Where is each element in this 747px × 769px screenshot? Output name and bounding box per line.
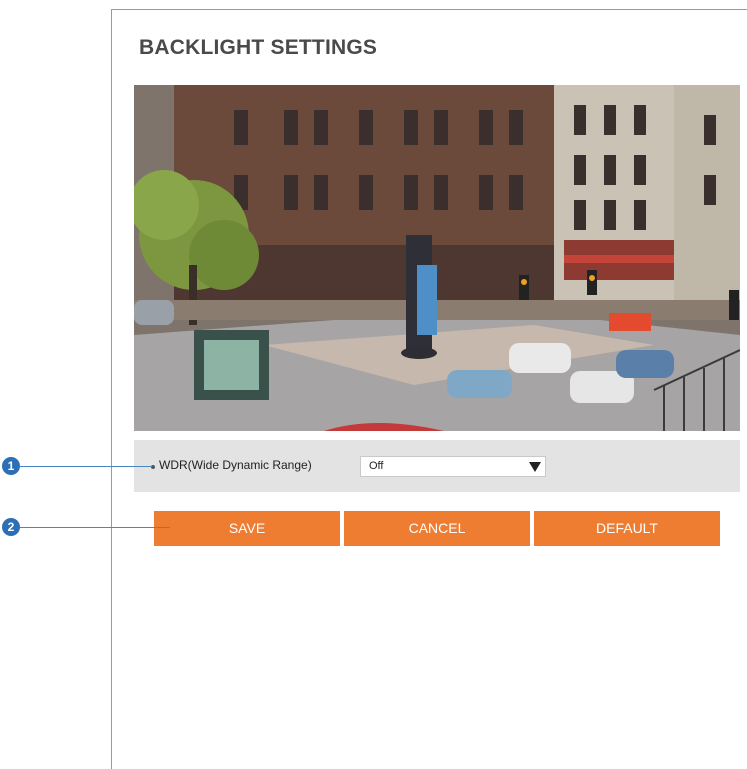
callout-line-1 [20, 466, 152, 467]
save-button[interactable]: SAVE [154, 511, 340, 546]
wdr-label: WDR(Wide Dynamic Range) [159, 458, 312, 472]
callout-badge-1: 1 [2, 457, 20, 475]
wdr-select[interactable]: Off [360, 456, 546, 477]
wdr-selected-value: Off [369, 460, 384, 472]
callout-line-2 [20, 527, 170, 528]
default-button[interactable]: DEFAULT [534, 511, 720, 546]
dropdown-arrow-icon [529, 462, 541, 472]
cancel-button[interactable]: CANCEL [344, 511, 530, 546]
page-title: BACKLIGHT SETTINGS [139, 36, 378, 59]
camera-preview [134, 85, 740, 431]
callout-badge-2: 2 [2, 518, 20, 536]
